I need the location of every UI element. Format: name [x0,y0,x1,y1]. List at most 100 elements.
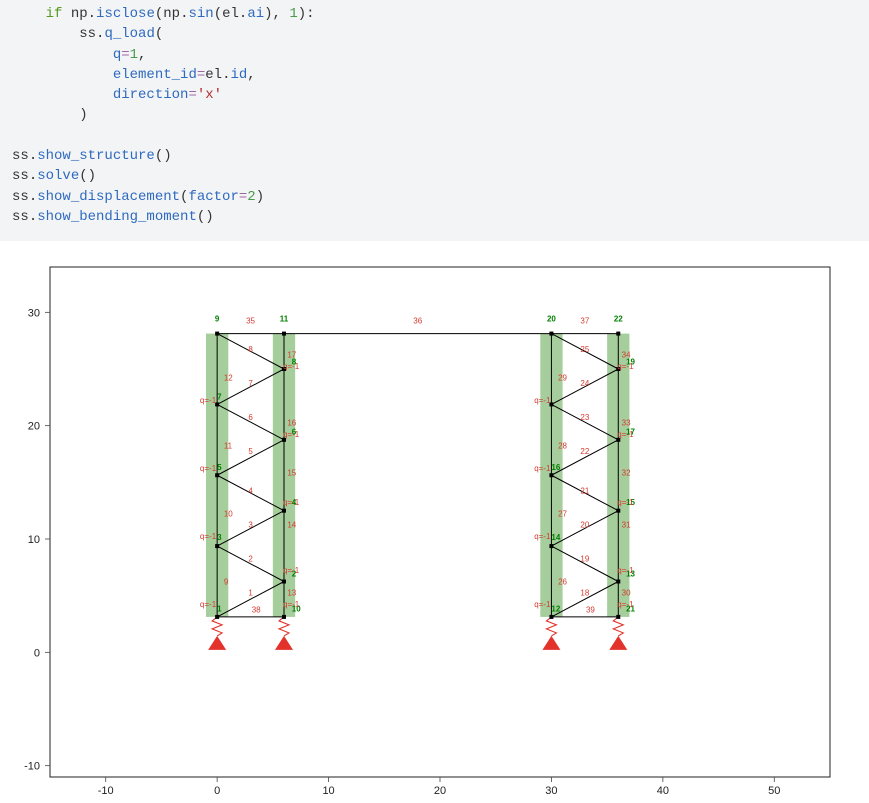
svg-text:q=-1: q=-1 [283,498,300,507]
svg-text:39: 39 [586,606,595,615]
svg-text:15: 15 [287,469,296,478]
svg-text:9: 9 [215,315,220,324]
svg-text:28: 28 [558,442,567,451]
svg-text:10: 10 [224,510,233,519]
code-obj: el [205,67,222,83]
svg-text:5: 5 [217,463,222,472]
svg-text:25: 25 [580,345,589,354]
code-obj: el [222,6,239,22]
svg-text:q=-1: q=-1 [200,464,217,473]
svg-text:q=-1: q=-1 [534,600,551,609]
code-num: 2 [247,189,255,205]
svg-text:14: 14 [287,521,296,530]
svg-text:30: 30 [545,785,557,797]
figure-container: -1001020304050 -100102030 91120221357102… [0,241,869,803]
svg-text:24: 24 [580,379,589,388]
svg-text:q=-1: q=-1 [283,430,300,439]
svg-text:1: 1 [217,605,222,614]
svg-text:q=-1: q=-1 [617,498,634,507]
svg-text:1: 1 [248,589,253,598]
svg-text:38: 38 [252,606,261,615]
svg-text:q=-1: q=-1 [200,396,217,405]
svg-text:34: 34 [622,351,631,360]
svg-text:0: 0 [34,648,40,660]
svg-text:14: 14 [551,533,560,542]
svg-text:35: 35 [246,317,255,326]
svg-text:q=-1: q=-1 [283,566,300,575]
code-arg: factor [188,189,238,205]
svg-text:23: 23 [580,413,589,422]
code-obj: np [62,6,87,22]
code-num: 1 [130,47,138,63]
code-num: 1 [289,6,297,22]
svg-text:q=-1: q=-1 [617,600,634,609]
svg-text:q=-1: q=-1 [617,566,634,575]
svg-text:22: 22 [580,447,589,456]
svg-text:18: 18 [580,589,589,598]
plot-frame [50,267,830,777]
svg-text:11: 11 [280,315,289,324]
svg-text:q=-1: q=-1 [617,430,634,439]
svg-text:13: 13 [287,589,296,598]
svg-text:-10: -10 [24,761,40,773]
svg-text:27: 27 [558,510,567,519]
code-call: isclose [96,6,155,22]
svg-text:30: 30 [28,308,40,320]
svg-text:2: 2 [248,555,253,564]
code-arg: direction [113,87,189,103]
svg-text:29: 29 [558,374,567,383]
svg-text:11: 11 [224,442,233,451]
svg-text:36: 36 [413,317,422,326]
svg-text:20: 20 [547,315,556,324]
svg-text:q=-1: q=-1 [283,600,300,609]
svg-text:q=-1: q=-1 [200,600,217,609]
svg-text:37: 37 [580,317,589,326]
svg-text:33: 33 [622,419,631,428]
svg-text:3: 3 [248,521,253,530]
svg-text:22: 22 [614,315,623,324]
svg-text:19: 19 [580,555,589,564]
code-call: show_bending_moment [37,209,197,225]
code-attr: ai [247,6,264,22]
code-call: show_displacement [37,189,180,205]
svg-text:-10: -10 [98,785,114,797]
svg-text:20: 20 [434,785,446,797]
code-obj: ss [79,26,96,42]
svg-text:17: 17 [287,351,296,360]
svg-text:q=-1: q=-1 [617,362,634,371]
svg-text:16: 16 [287,419,296,428]
svg-text:q=-1: q=-1 [283,362,300,371]
code-call: solve [37,168,79,184]
code-obj: ss [12,168,29,184]
svg-text:7: 7 [217,393,222,402]
code-arg: element_id [113,67,197,83]
svg-text:6: 6 [248,413,253,422]
svg-text:40: 40 [657,785,669,797]
code-call: show_structure [37,148,155,164]
svg-text:32: 32 [622,469,631,478]
svg-text:30: 30 [622,589,631,598]
svg-text:4: 4 [248,487,253,496]
code-arg: q [113,47,121,63]
svg-text:q=-1: q=-1 [200,532,217,541]
code-attr: id [230,67,247,83]
structure-plot: -1001020304050 -100102030 91120221357102… [10,259,835,799]
code-obj: ss [12,189,29,205]
code-call: q_load [104,26,154,42]
svg-text:20: 20 [580,521,589,530]
svg-text:q=-1: q=-1 [534,532,551,541]
y-axis: -100102030 [24,308,50,773]
svg-text:10: 10 [322,785,334,797]
code-str: 'x' [197,87,222,103]
svg-text:21: 21 [580,487,589,496]
code-obj: np [163,6,180,22]
code-call: sin [188,6,213,22]
svg-text:12: 12 [551,605,560,614]
code-obj: ss [12,209,29,225]
svg-text:q=-1: q=-1 [534,464,551,473]
svg-text:7: 7 [248,379,253,388]
svg-text:50: 50 [768,785,780,797]
svg-text:5: 5 [248,447,253,456]
code-obj: ss [12,148,29,164]
svg-text:9: 9 [224,578,229,587]
